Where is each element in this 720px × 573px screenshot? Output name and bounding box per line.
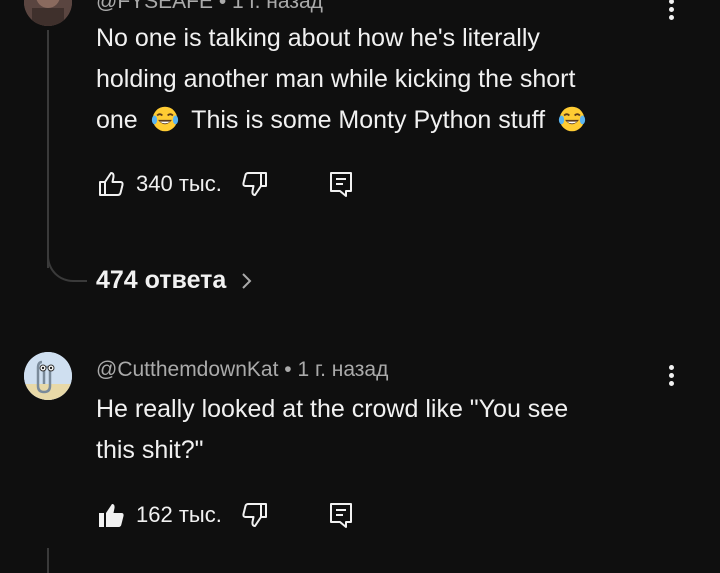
comment-text-line: No one is talking about how he's literal… [96,24,540,52]
comment-actions: 162 тыс. [96,498,356,532]
comment-author[interactable]: @CutthemdownKat [96,358,278,381]
comment-text: No one is talking about how he's literal… [96,18,656,141]
reply-icon[interactable] [326,500,356,530]
comment-meta: @CutthemdownKat • 1 г. назад [96,358,388,382]
reply-thread-line [47,548,49,573]
face-with-tears-of-joy-emoji [558,106,586,132]
comment-text: He really looked at the crowd like "You … [96,389,656,471]
more-vert-icon[interactable] [664,362,678,389]
like-count: 340 тыс. [136,171,222,196]
thumb-up-filled-icon[interactable] [96,500,126,530]
avatar[interactable] [24,352,72,400]
meta-separator: • [284,358,292,381]
replies-toggle[interactable]: 474 ответа [96,266,256,295]
reply-icon[interactable] [326,169,356,199]
thumb-down-icon[interactable] [240,169,270,199]
comment-text-line: this shit?" [96,436,204,464]
reply-thread-curve [47,250,87,282]
like-count: 162 тыс. [136,502,222,527]
comment-meta: @FYSEAFE • 1 г. назад [96,0,323,13]
chevron-right-icon [242,272,252,289]
comment-text-line: one This is some Monty Python stuff [96,100,656,141]
thumb-up-icon[interactable] [96,169,126,199]
comment-actions: 340 тыс. [96,167,356,201]
more-vert-icon[interactable] [664,0,678,23]
replies-label: 474 ответа [96,266,227,294]
thumb-down-icon[interactable] [240,500,270,530]
comment-text-line: holding another man while kicking the sh… [96,65,576,93]
comment-text-line: He really looked at the crowd like "You … [96,395,569,423]
comment-text-fragment: one [96,106,138,134]
face-with-tears-of-joy-emoji [151,106,178,132]
comment-text-fragment: This is some Monty Python stuff [191,106,546,134]
reply-thread-line [47,30,49,268]
avatar[interactable] [24,0,72,26]
comment-time: 1 г. назад [297,358,389,381]
